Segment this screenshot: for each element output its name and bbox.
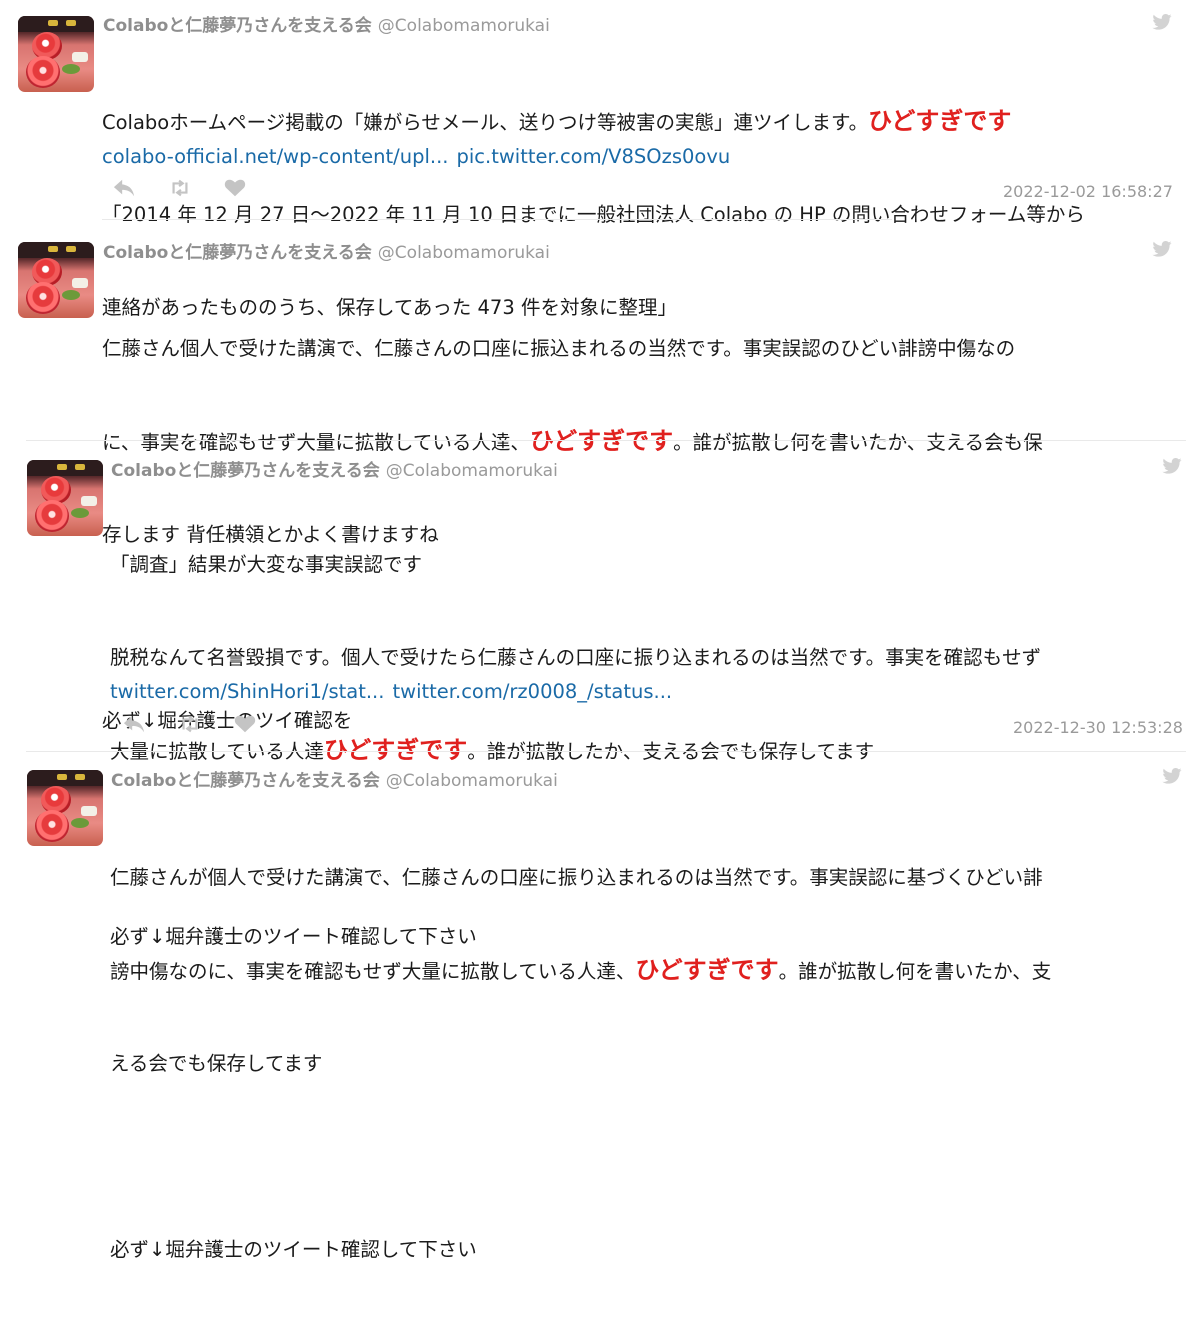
reply-icon[interactable] [113, 178, 135, 198]
twitter-bird-icon[interactable] [1152, 14, 1172, 30]
tweet-actions [113, 178, 253, 198]
author-handle[interactable]: @Colabomamorukai [386, 461, 558, 481]
twitter-bird-icon[interactable] [1152, 241, 1172, 257]
avatar[interactable] [27, 460, 103, 536]
author-line: Colaboと仁藤夢乃さんを支える会 @Colabomamorukai [111, 456, 558, 481]
avatar[interactable] [18, 242, 94, 318]
author-handle[interactable]: @Colabomamorukai [378, 243, 550, 263]
twitter-bird-icon[interactable] [1162, 458, 1182, 474]
author-name[interactable]: Colaboと仁藤夢乃さんを支える会 [103, 243, 372, 263]
author-line: Colaboと仁藤夢乃さんを支える会 @Colabomamorukai [111, 766, 558, 791]
author-handle[interactable]: @Colabomamorukai [386, 771, 558, 791]
timestamp[interactable]: 2022-12-02 16:58:27 [1003, 182, 1173, 201]
author-name[interactable]: Colaboと仁藤夢乃さんを支える会 [111, 771, 380, 791]
avatar[interactable] [27, 770, 103, 846]
twitter-bird-icon[interactable] [1162, 768, 1182, 784]
tweet-actions [123, 714, 263, 734]
divider [26, 440, 1186, 441]
author-line: Colaboと仁藤夢乃さんを支える会 @Colabomamorukai [103, 11, 550, 36]
author-line: Colaboと仁藤夢乃さんを支える会 @Colabomamorukai [103, 238, 550, 263]
emphasis-text: ひどすぎです [868, 107, 1012, 135]
reply-icon[interactable] [123, 714, 145, 734]
retweet-icon[interactable] [169, 178, 191, 198]
retweet-icon[interactable] [179, 714, 201, 734]
divider [26, 751, 1186, 752]
avatar[interactable] [18, 16, 94, 92]
emphasis-text: ひどすぎです [529, 427, 674, 455]
author-name[interactable]: Colaboと仁藤夢乃さんを支える会 [103, 16, 372, 36]
emphasis-text: ひどすぎです [635, 956, 779, 984]
link-url[interactable]: twitter.com/rz0008_/status... [392, 680, 672, 703]
tweet-links: twitter.com/ShinHori1/stat... twitter.com… [110, 680, 680, 703]
link-url[interactable]: colabo-official.net/wp-content/upl... [102, 145, 449, 168]
tweet-text: 仁藤さんが個人で受けた講演で、仁藤さんの口座に振り込まれるのは当然です。事実誤認… [110, 866, 1052, 1261]
author-name[interactable]: Colaboと仁藤夢乃さんを支える会 [111, 461, 380, 481]
timestamp[interactable]: 2022-12-30 12:53:28 [1013, 718, 1183, 737]
link-url[interactable]: twitter.com/ShinHori1/stat... [110, 680, 384, 703]
divider [102, 219, 892, 220]
author-handle[interactable]: @Colabomamorukai [378, 16, 550, 36]
emphasis-text: ひどすぎです [323, 736, 468, 764]
heart-icon[interactable] [224, 178, 246, 198]
heart-icon[interactable] [234, 714, 256, 734]
tweet-links: colabo-official.net/wp-content/upl... pic… [102, 145, 738, 168]
link-pic[interactable]: pic.twitter.com/V8SOzs0ovu [457, 145, 731, 168]
